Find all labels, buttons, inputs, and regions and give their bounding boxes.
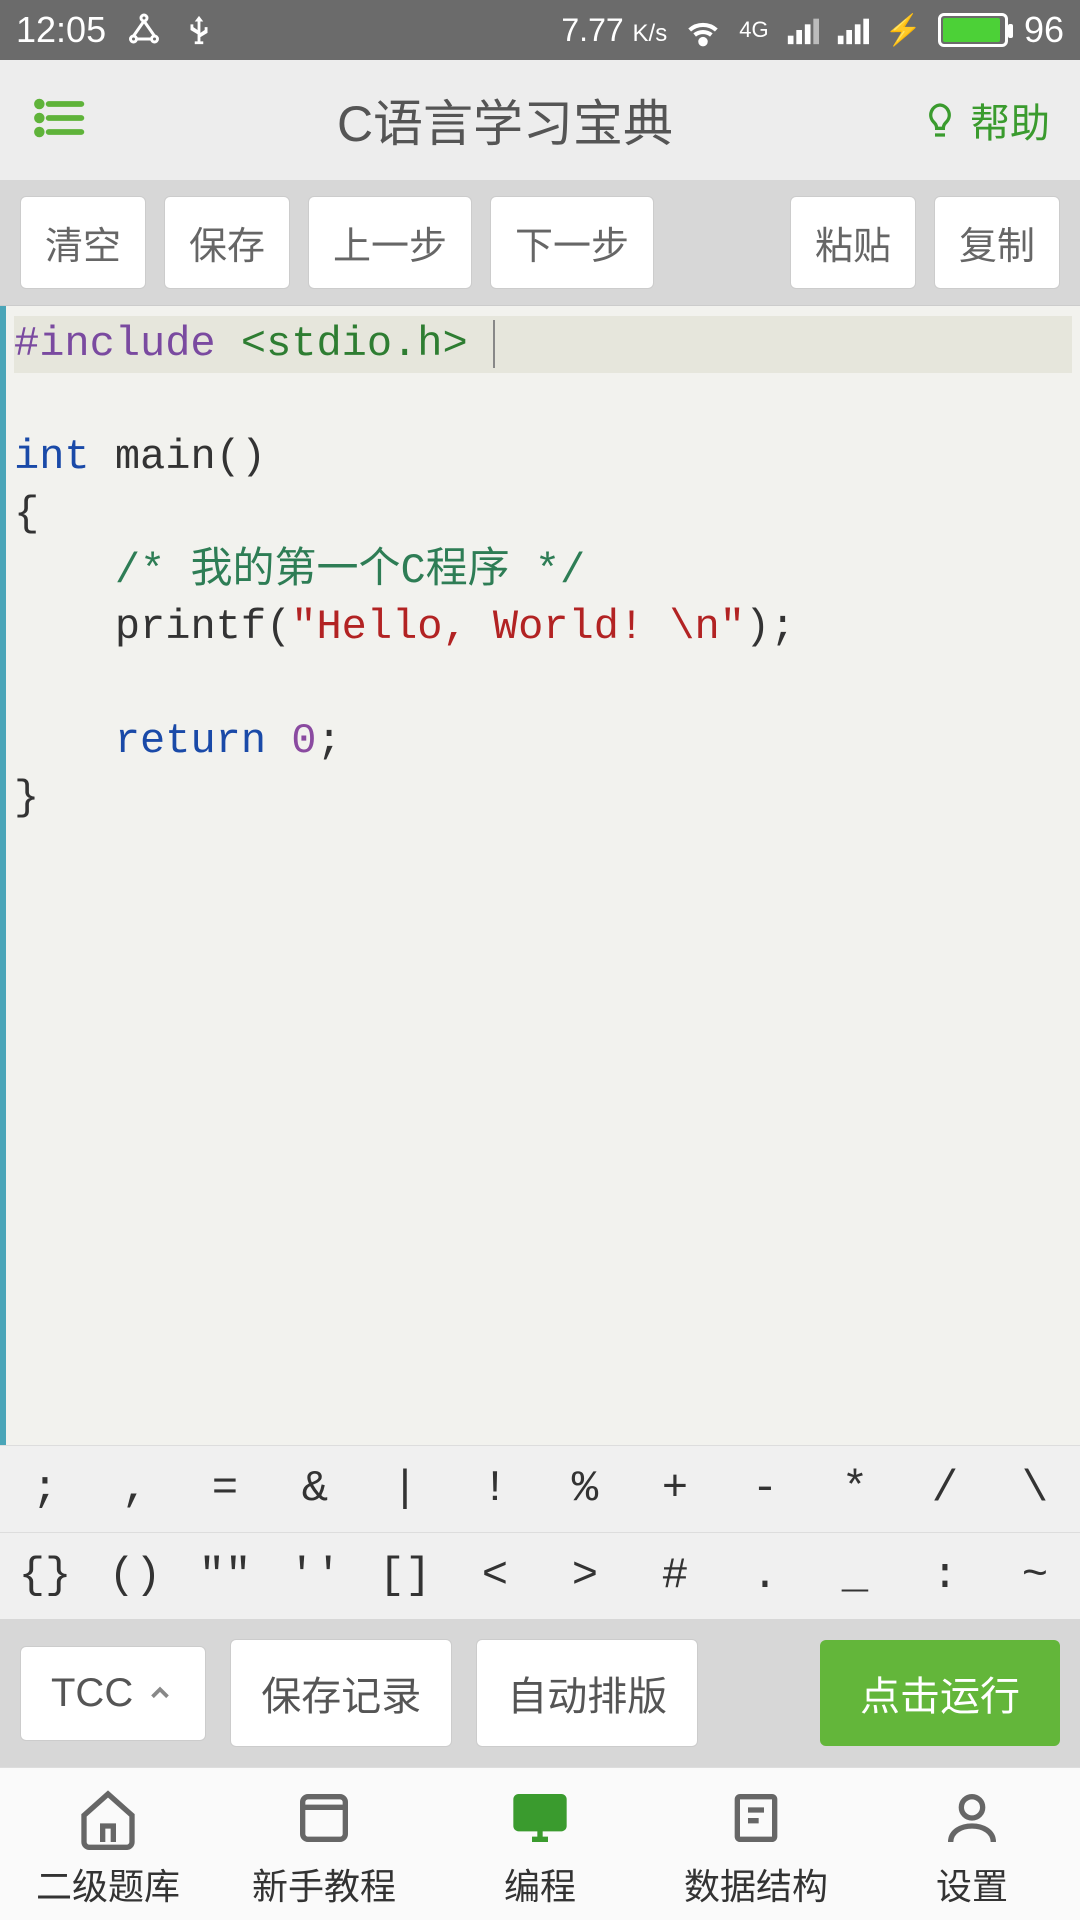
symbol-key[interactable]: =	[180, 1446, 270, 1532]
help-button[interactable]: 帮助	[920, 91, 1050, 149]
signal-icon-2	[835, 13, 869, 47]
symbol-key[interactable]: -	[720, 1446, 810, 1532]
nav-item-programming[interactable]: 编程	[432, 1786, 648, 1910]
editor-content[interactable]: #include <stdio.h> int main() { /* 我的第一个…	[6, 306, 1080, 1445]
save-button[interactable]: 保存	[164, 196, 290, 289]
symbol-key[interactable]: *	[810, 1446, 900, 1532]
wifi-icon	[683, 10, 723, 50]
symbol-row-2: {}()""''[]<>#._:~	[0, 1532, 1080, 1619]
paste-button[interactable]: 粘贴	[790, 196, 916, 289]
symbol-key[interactable]: |	[360, 1446, 450, 1532]
code-token: /* 我的第一个C程序 */	[115, 547, 585, 595]
network-speed: 7.77 K/s	[561, 12, 667, 49]
code-token: #include	[14, 320, 216, 368]
code-token: return	[115, 717, 266, 765]
symbol-key[interactable]: .	[720, 1533, 810, 1619]
nav-item-tutorial[interactable]: 新手教程	[216, 1786, 432, 1910]
app-title: C语言学习宝典	[90, 84, 920, 156]
symbol-key[interactable]: %	[540, 1446, 630, 1532]
share-icon	[126, 12, 162, 48]
nav-label: 设置	[936, 1858, 1008, 1910]
battery-percent: 96	[1024, 9, 1064, 51]
code-editor[interactable]: #include <stdio.h> int main() { /* 我的第一个…	[0, 305, 1080, 1445]
run-button[interactable]: 点击运行	[820, 1640, 1060, 1746]
code-token: "Hello, World! \n"	[291, 603, 745, 651]
code-token: }	[14, 774, 39, 822]
symbol-key[interactable]: >	[540, 1533, 630, 1619]
symbol-key[interactable]: ''	[270, 1533, 360, 1619]
bottom-nav: 二级题库 新手教程 编程 数据结构 设置	[0, 1767, 1080, 1920]
symbol-key[interactable]: ()	[90, 1533, 180, 1619]
status-time: 12:05	[16, 9, 106, 51]
bulb-icon	[920, 100, 960, 140]
nav-label: 数据结构	[684, 1858, 828, 1910]
help-label: 帮助	[970, 91, 1050, 149]
undo-button[interactable]: 上一步	[308, 196, 472, 289]
code-token: 0	[266, 717, 316, 765]
symbol-key[interactable]: ~	[990, 1533, 1080, 1619]
symbol-key[interactable]: !	[450, 1446, 540, 1532]
compiler-label: TCC	[51, 1671, 133, 1716]
signal-icon-1	[785, 13, 819, 47]
code-token: {	[14, 490, 39, 538]
chevron-up-icon	[145, 1678, 175, 1708]
symbol-key[interactable]: :	[900, 1533, 990, 1619]
symbol-key[interactable]: +	[630, 1446, 720, 1532]
battery-icon	[938, 13, 1008, 47]
nav-item-data-structure[interactable]: 数据结构	[648, 1786, 864, 1910]
symbol-key[interactable]: #	[630, 1533, 720, 1619]
book-icon	[292, 1786, 356, 1850]
document-icon	[724, 1786, 788, 1850]
code-token: );	[745, 603, 795, 651]
action-bar: TCC 保存记录 自动排版 点击运行	[0, 1619, 1080, 1767]
compiler-select[interactable]: TCC	[20, 1646, 206, 1741]
auto-format-button[interactable]: 自动排版	[476, 1639, 698, 1747]
symbol-keyboard: ;,=&|!%+-*/\ {}()""''[]<>#._:~	[0, 1445, 1080, 1619]
save-record-button[interactable]: 保存记录	[230, 1639, 452, 1747]
app-header: C语言学习宝典 帮助	[0, 60, 1080, 180]
code-token: ;	[316, 717, 341, 765]
toolbar: 清空 保存 上一步 下一步 粘贴 复制	[0, 180, 1080, 305]
symbol-key[interactable]: ;	[0, 1446, 90, 1532]
clear-button[interactable]: 清空	[20, 196, 146, 289]
nav-label: 新手教程	[252, 1858, 396, 1910]
monitor-icon	[508, 1786, 572, 1850]
symbol-key[interactable]: <	[450, 1533, 540, 1619]
symbol-key[interactable]: _	[810, 1533, 900, 1619]
symbol-key[interactable]: ""	[180, 1533, 270, 1619]
code-token: int	[14, 433, 90, 481]
home-icon	[76, 1786, 140, 1850]
nav-item-question-bank[interactable]: 二级题库	[0, 1786, 216, 1910]
symbol-key[interactable]: ,	[90, 1446, 180, 1532]
nav-label: 二级题库	[36, 1858, 180, 1910]
menu-icon[interactable]	[30, 90, 90, 151]
copy-button[interactable]: 复制	[934, 196, 1060, 289]
nav-item-settings[interactable]: 设置	[864, 1786, 1080, 1910]
status-bar: 12:05 7.77 K/s 4G ⚡ 96	[0, 0, 1080, 60]
symbol-key[interactable]: /	[900, 1446, 990, 1532]
redo-button[interactable]: 下一步	[490, 196, 654, 289]
nav-label: 编程	[504, 1858, 576, 1910]
network-type: 4G	[739, 17, 768, 43]
code-token: <stdio.h>	[241, 320, 468, 368]
symbol-row-1: ;,=&|!%+-*/\	[0, 1445, 1080, 1532]
person-icon	[940, 1786, 1004, 1850]
charging-icon: ⚡	[885, 13, 922, 48]
symbol-key[interactable]: \	[990, 1446, 1080, 1532]
code-token: main()	[90, 433, 266, 481]
symbol-key[interactable]: &	[270, 1446, 360, 1532]
code-token: printf(	[115, 603, 291, 651]
symbol-key[interactable]: []	[360, 1533, 450, 1619]
usb-icon	[182, 13, 216, 47]
symbol-key[interactable]: {}	[0, 1533, 90, 1619]
